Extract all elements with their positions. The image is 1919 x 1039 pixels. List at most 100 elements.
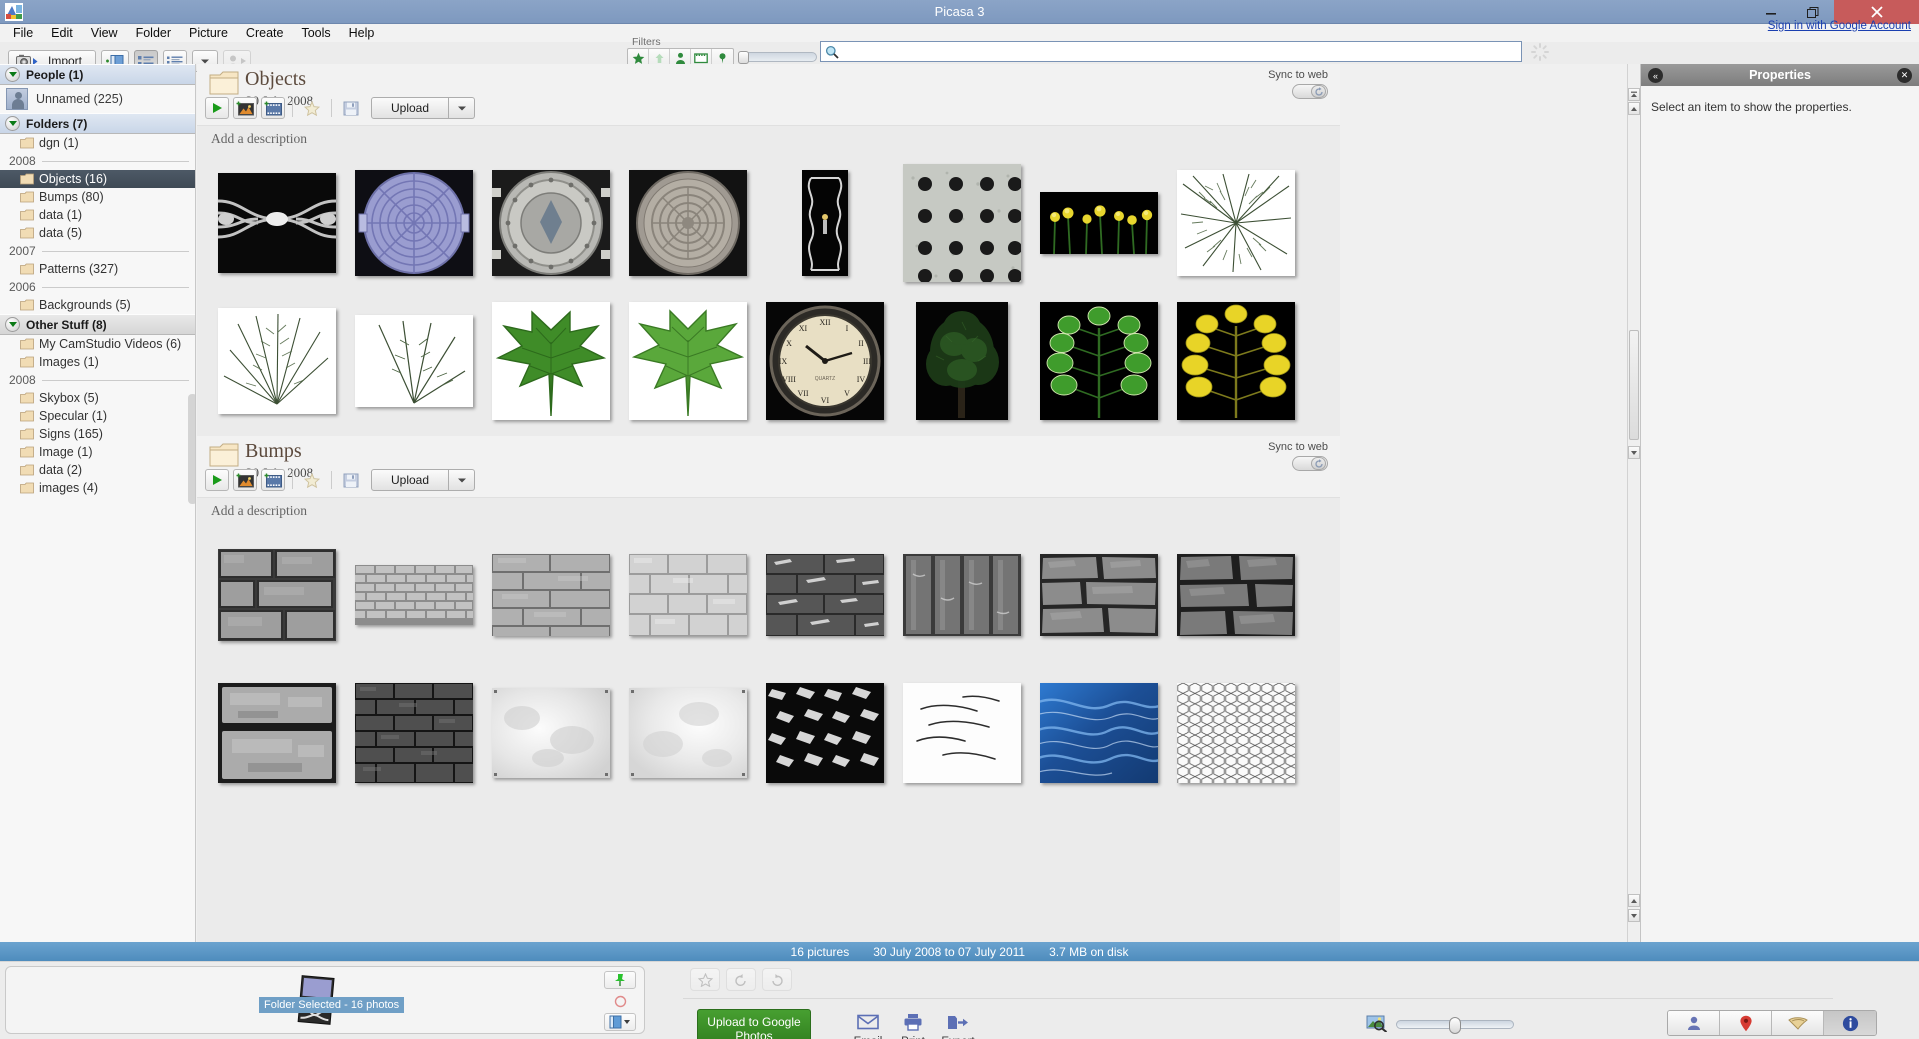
collapse-toggle-icon[interactable]	[5, 317, 20, 332]
scroll-down-button[interactable]	[1628, 446, 1640, 459]
hold-button[interactable]	[604, 971, 636, 989]
menu-view[interactable]: View	[82, 25, 127, 41]
sidebar-group-other-stuff[interactable]: Other Stuff (8)	[0, 314, 195, 335]
thumbnail-item[interactable]	[1168, 527, 1303, 662]
thumbnail-item[interactable]	[757, 527, 892, 662]
tray-options-button[interactable]	[604, 1013, 636, 1031]
filters-date-slider[interactable]	[738, 51, 817, 64]
places-view-button[interactable]	[1720, 1011, 1772, 1035]
thumbnail-item[interactable]	[894, 665, 1029, 800]
thumbnail-item[interactable]	[1031, 665, 1166, 800]
sidebar-item-backgrounds[interactable]: Backgrounds (5)	[0, 296, 195, 314]
search-input[interactable]	[843, 43, 1521, 60]
filters-slider-knob[interactable]	[738, 51, 749, 64]
content-scrollbar[interactable]	[1627, 64, 1640, 942]
thumbnail-item[interactable]	[209, 527, 344, 662]
thumbnail-item[interactable]	[483, 155, 618, 290]
sidebar-item-camstudio-videos[interactable]: My CamStudio Videos (6)	[0, 335, 195, 353]
thumbnail-item[interactable]	[620, 527, 755, 662]
rotate-ccw-button[interactable]	[726, 968, 756, 991]
rotate-cw-button[interactable]	[762, 968, 792, 991]
zoom-slider-knob[interactable]	[1449, 1017, 1461, 1034]
thumbnail-item[interactable]	[1031, 155, 1166, 290]
thumbnail-item[interactable]	[757, 665, 892, 800]
thumbnail-item[interactable]	[1031, 527, 1166, 662]
thumbnail-item[interactable]	[483, 527, 618, 662]
thumbnail-item[interactable]	[620, 665, 755, 800]
menu-edit[interactable]: Edit	[42, 25, 82, 41]
sidebar-group-folders[interactable]: Folders (7)	[0, 113, 195, 134]
scrollbar-thumb[interactable]	[1629, 330, 1639, 440]
thumbnail-item[interactable]	[209, 665, 344, 800]
sidebar-item-objects[interactable]: Objects (16)	[0, 170, 195, 188]
zoom-slider[interactable]	[1396, 1017, 1514, 1034]
thumbnail-item[interactable]	[346, 293, 481, 428]
sidebar-item-signs[interactable]: Signs (165)	[0, 425, 195, 443]
thumbnail-item[interactable]	[209, 293, 344, 428]
sidebar-item-images-4[interactable]: images (4)	[0, 479, 195, 497]
upload-button[interactable]: Upload	[371, 469, 449, 491]
star-button[interactable]	[300, 97, 324, 119]
tags-view-button[interactable]	[1772, 1011, 1824, 1035]
upload-options-button[interactable]	[449, 97, 475, 119]
thumbnail-item[interactable]	[346, 155, 481, 290]
sync-toggle[interactable]	[1292, 84, 1328, 99]
collapse-toggle-icon[interactable]	[5, 116, 20, 131]
add-photo-button[interactable]	[233, 97, 257, 119]
thumbnail-item[interactable]	[894, 155, 1029, 290]
sync-to-web-control[interactable]: Sync to web	[1268, 69, 1328, 99]
info-view-button[interactable]	[1824, 1011, 1876, 1035]
upload-to-google-photos-button[interactable]: Upload to Google Photos	[697, 1009, 811, 1039]
scroll-up-button-2[interactable]	[1628, 894, 1640, 907]
thumbnail-item[interactable]	[757, 155, 892, 290]
thumbnail-item[interactable]	[1168, 293, 1303, 428]
menu-folder[interactable]: Folder	[127, 25, 180, 41]
thumbnail-item[interactable]	[346, 527, 481, 662]
play-slideshow-button[interactable]	[205, 469, 229, 491]
folder-description-bumps[interactable]: Add a description	[197, 498, 1340, 523]
folder-description-objects[interactable]: Add a description	[197, 126, 1340, 151]
upload-options-button[interactable]	[449, 469, 475, 491]
menu-create[interactable]: Create	[237, 25, 293, 41]
star-button[interactable]	[300, 469, 324, 491]
sidebar-item-data-5[interactable]: data (5)	[0, 224, 195, 242]
save-button[interactable]	[339, 97, 363, 119]
save-button[interactable]	[339, 469, 363, 491]
sidebar-item-patterns[interactable]: Patterns (327)	[0, 260, 195, 278]
sidebar-scrollbar[interactable]	[188, 394, 195, 504]
scroll-down-button-2[interactable]	[1628, 909, 1640, 922]
thumbnail-item[interactable]	[1168, 665, 1303, 800]
thumbnail-item[interactable]	[209, 155, 344, 290]
menu-picture[interactable]: Picture	[180, 25, 237, 41]
add-photo-button[interactable]	[233, 469, 257, 491]
search-box[interactable]	[820, 41, 1522, 62]
sidebar-item-specular[interactable]: Specular (1)	[0, 407, 195, 425]
photo-tray[interactable]: Folder Selected - 16 photos	[5, 966, 645, 1034]
thumbnail-item[interactable]	[894, 527, 1029, 662]
clear-button[interactable]	[604, 992, 636, 1010]
menu-file[interactable]: File	[4, 25, 42, 41]
add-movie-button[interactable]	[261, 97, 285, 119]
close-panel-button[interactable]: ✕	[1897, 68, 1912, 83]
scroll-top-button[interactable]	[1628, 88, 1640, 101]
sidebar-item-image[interactable]: Image (1)	[0, 443, 195, 461]
export-action[interactable]: Export	[928, 1010, 988, 1039]
sign-in-link[interactable]: Sign in with Google Account	[1768, 20, 1911, 32]
sidebar-item-images-1[interactable]: Images (1)	[0, 353, 195, 371]
add-movie-button[interactable]	[261, 469, 285, 491]
sidebar-person-unnamed[interactable]: Unnamed (225)	[0, 85, 195, 113]
scroll-up-button[interactable]	[1628, 102, 1640, 115]
thumbnail-item[interactable]	[346, 665, 481, 800]
sidebar-item-data-2[interactable]: data (2)	[0, 461, 195, 479]
thumbnail-item[interactable]	[620, 155, 755, 290]
sidebar-item-data-1[interactable]: data (1)	[0, 206, 195, 224]
thumbnail-item[interactable]	[1031, 293, 1166, 428]
collapse-toggle-icon[interactable]	[5, 67, 20, 82]
sidebar-item-skybox[interactable]: Skybox (5)	[0, 389, 195, 407]
thumbnail-item[interactable]	[483, 665, 618, 800]
upload-button[interactable]: Upload	[371, 97, 449, 119]
thumbnail-item[interactable]	[620, 293, 755, 428]
sync-toggle[interactable]	[1292, 456, 1328, 471]
star-button[interactable]	[690, 968, 720, 991]
sync-to-web-control[interactable]: Sync to web	[1268, 441, 1328, 471]
